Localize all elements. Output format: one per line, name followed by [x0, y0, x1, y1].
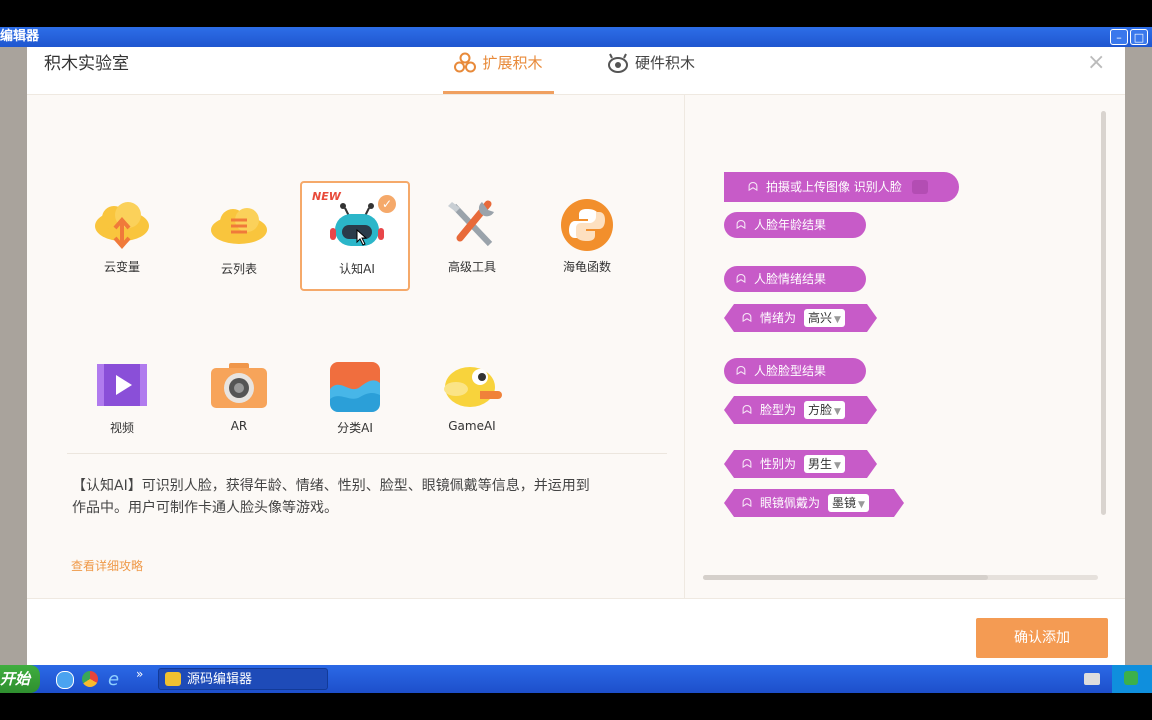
ext-game-ai[interactable]: GameAI	[417, 342, 527, 452]
extension-dialog: 积木实验室 扩展积木 硬件积木 × 云变量 云列表 NEW ✓ 认知AI 高级工…	[27, 47, 1125, 666]
taskbar-item-editor[interactable]: 源码编辑器	[158, 668, 328, 690]
extension-icon	[454, 52, 477, 78]
caret-down-icon: ▼	[834, 315, 841, 325]
block-glasses-is[interactable]: ᗣ 眼镜佩戴为 墨镜 ▼	[724, 489, 904, 517]
cloud-upload-icon	[95, 202, 149, 250]
dialog-footer: 确认添加	[27, 598, 1125, 666]
block-text: 人脸情绪结果	[753, 272, 826, 286]
block-text: 脸型为	[759, 403, 796, 417]
video-icon	[97, 364, 147, 406]
check-icon: ✓	[378, 195, 396, 213]
ext-cognitive-ai[interactable]: NEW ✓ 认知AI	[300, 181, 410, 291]
minimize-button[interactable]: –	[1110, 29, 1128, 45]
block-emotion-is[interactable]: ᗣ 情绪为 高兴 ▼	[724, 304, 877, 332]
guide-link[interactable]: 查看详细攻略	[71, 557, 143, 574]
robot-small-icon: ᗣ	[736, 272, 746, 286]
tray-icon[interactable]	[1124, 671, 1138, 685]
robot-small-icon: ᗣ	[736, 218, 746, 232]
cloud-list-icon	[211, 208, 267, 244]
ext-advanced-tools[interactable]: 高级工具	[417, 181, 527, 291]
dialog-header: 积木实验室 扩展积木 硬件积木 ×	[27, 47, 1125, 95]
block-text: 情绪为	[759, 311, 796, 325]
block-preview-panel: ᗣ 拍摄或上传图像 识别人脸 ᗣ 人脸年龄结果 ᗣ 人脸情绪结果 ᗣ 情绪为 高…	[684, 95, 1125, 598]
extension-description: 【认知AI】可识别人脸，获得年龄、情绪、性别、脸型、眼镜佩戴等信息，并运用到 作…	[72, 475, 662, 519]
keyboard-icon[interactable]	[1084, 673, 1100, 685]
ie-icon[interactable]	[56, 671, 74, 689]
ext-video[interactable]: 视频	[67, 342, 177, 452]
camera-icon	[211, 363, 267, 408]
block-text: 拍摄或上传图像 识别人脸	[765, 180, 902, 194]
block-gender-is[interactable]: ᗣ 性别为 男生 ▼	[724, 450, 877, 478]
tab-extension-blocks[interactable]: 扩展积木	[443, 47, 554, 94]
description-line: 作品中。用户可制作卡通人脸头像等游戏。	[72, 500, 338, 516]
tab-hardware-blocks[interactable]: 硬件积木	[607, 47, 727, 94]
ext-classify-ai[interactable]: 分类AI	[300, 342, 410, 452]
block-emotion-result[interactable]: ᗣ 人脸情绪结果	[724, 266, 866, 292]
block-text: 性别为	[759, 457, 796, 471]
ext-ar[interactable]: AR	[184, 342, 294, 452]
extension-grid: 云变量 云列表 NEW ✓ 认知AI 高级工具 海龟函数 视频 AR 分类AI …	[27, 95, 684, 598]
maximize-button[interactable]: □	[1130, 29, 1148, 45]
system-tray	[1112, 665, 1152, 693]
python-icon	[561, 199, 613, 251]
caret-down-icon: ▼	[834, 407, 841, 417]
block-age-result[interactable]: ᗣ 人脸年龄结果	[724, 212, 866, 238]
dialog-title: 积木实验室	[44, 54, 129, 74]
block-text: 人脸年龄结果	[753, 218, 826, 232]
robot-small-icon: ᗣ	[742, 496, 752, 510]
taskbar-item-label: 源码编辑器	[187, 672, 253, 687]
robot-small-icon: ᗣ	[742, 457, 752, 471]
scrollbar-thumb[interactable]	[703, 575, 988, 580]
window-title: 编辑器	[0, 29, 40, 44]
tools-icon	[448, 200, 494, 247]
description-line: 【认知AI】可识别人脸，获得年龄、情绪、性别、脸型、眼镜佩戴等信息，并运用到	[72, 478, 590, 494]
ext-label: 云变量	[103, 260, 140, 274]
emotion-dropdown[interactable]: 高兴 ▼	[804, 309, 845, 327]
ext-label: 分类AI	[337, 421, 373, 435]
face-shape-dropdown[interactable]: 方脸 ▼	[804, 401, 845, 419]
ext-label: AR	[230, 419, 248, 433]
hardware-icon	[607, 52, 629, 78]
block-capture-recognize[interactable]: ᗣ 拍摄或上传图像 识别人脸	[724, 172, 959, 202]
taskbar: 开始 e » 源码编辑器	[0, 665, 1152, 693]
ext-turtle-functions[interactable]: 海龟函数	[532, 181, 642, 291]
robot-small-icon: ᗣ	[748, 180, 758, 194]
caret-down-icon: ▼	[858, 500, 865, 510]
block-text: 人脸脸型结果	[753, 364, 826, 378]
ext-label: 认知AI	[339, 262, 375, 276]
caret-down-icon: ▼	[834, 461, 841, 471]
ext-label: 视频	[109, 421, 134, 435]
block-face-shape-result[interactable]: ᗣ 人脸脸型结果	[724, 358, 866, 384]
block-face-shape-is[interactable]: ᗣ 脸型为 方脸 ▼	[724, 396, 877, 424]
classify-icon	[330, 362, 380, 412]
block-text: 眼镜佩戴为	[759, 496, 820, 510]
image-icon	[911, 180, 928, 194]
close-icon[interactable]: ×	[1087, 52, 1105, 74]
tab-label: 扩展积木	[482, 54, 543, 72]
divider	[67, 453, 667, 454]
start-button[interactable]: 开始	[0, 665, 40, 693]
chrome-icon[interactable]	[82, 671, 98, 687]
ext-label: 海龟函数	[562, 260, 611, 274]
horizontal-scrollbar[interactable]	[703, 575, 1098, 580]
robot-small-icon: ᗣ	[742, 311, 752, 325]
glasses-dropdown[interactable]: 墨镜 ▼	[828, 494, 869, 512]
chevron-right-icon[interactable]: »	[136, 667, 143, 681]
ext-cloud-variable[interactable]: 云变量	[67, 181, 177, 291]
confirm-add-button[interactable]: 确认添加	[976, 618, 1108, 658]
ext-label: 云列表	[220, 262, 257, 276]
app-icon	[165, 672, 181, 686]
ext-label: GameAI	[448, 419, 496, 433]
dialog-content: 云变量 云列表 NEW ✓ 认知AI 高级工具 海龟函数 视频 AR 分类AI …	[27, 95, 1125, 598]
window-titlebar: 编辑器 – □	[0, 27, 1152, 47]
robot-small-icon: ᗣ	[736, 364, 746, 378]
vertical-scrollbar[interactable]	[1101, 111, 1106, 515]
ext-cloud-list[interactable]: 云列表	[184, 183, 294, 293]
gender-dropdown[interactable]: 男生 ▼	[804, 455, 845, 473]
ext-label: 高级工具	[447, 260, 496, 274]
bird-icon	[444, 367, 502, 407]
tab-label: 硬件积木	[635, 54, 696, 72]
robot-small-icon: ᗣ	[742, 403, 752, 417]
browser-icon[interactable]: e	[108, 669, 119, 690]
